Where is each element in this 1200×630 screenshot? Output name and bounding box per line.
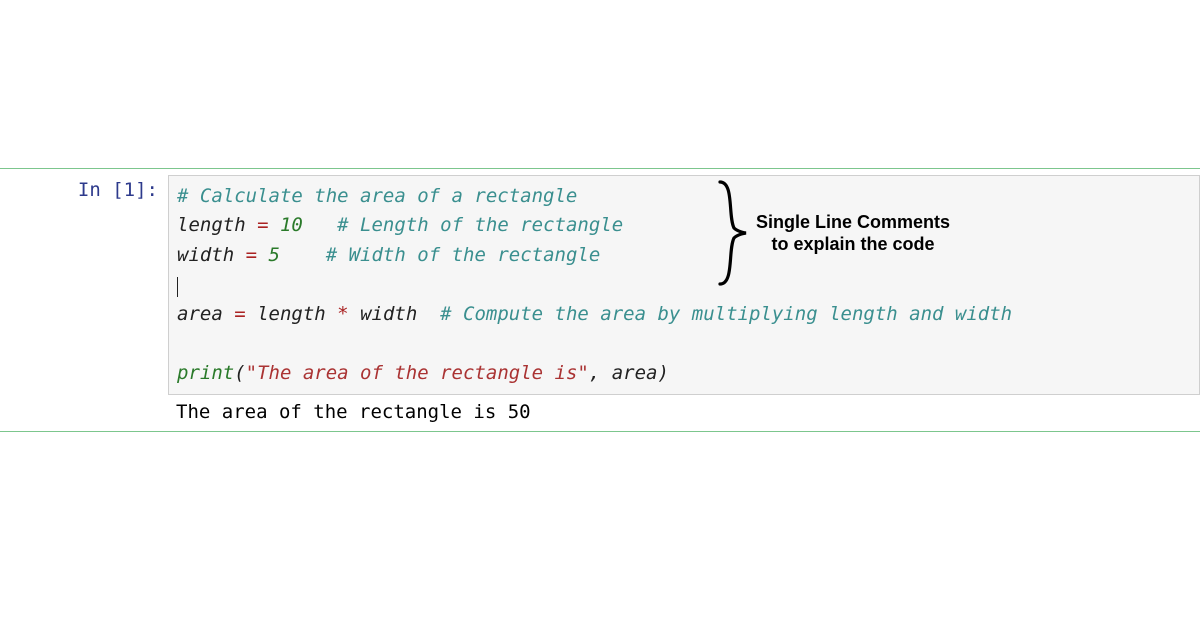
code-comma: , [589, 362, 600, 384]
code-input[interactable]: # Calculate the area of a rectangle leng… [168, 175, 1200, 395]
code-comment-4: # Compute the area by multiplying length… [440, 303, 1012, 325]
output-row: The area of the rectangle is 50 [0, 395, 1200, 431]
code-paren-close: ) [657, 362, 668, 384]
output-prompt-area [0, 397, 168, 423]
code-op-assign-1: = [257, 214, 268, 236]
code-var-length: length [177, 214, 257, 236]
code-comment-3: # Width of the rectangle [280, 244, 600, 266]
code-var-width-2: width [349, 303, 441, 325]
code-var-width: width [177, 244, 246, 266]
input-row: In [1]: # Calculate the area of a rectan… [0, 169, 1200, 395]
code-op-mult: * [337, 303, 348, 325]
code-op-assign-2: = [246, 244, 257, 266]
input-prompt-area: In [1]: [0, 175, 168, 201]
input-prompt-label: In [1]: [78, 179, 158, 201]
notebook-cell: In [1]: # Calculate the area of a rectan… [0, 168, 1200, 432]
code-paren-open: ( [234, 362, 245, 384]
code-num-10: 10 [269, 214, 303, 236]
code-func-print: print [177, 362, 234, 384]
code-var-area: area [177, 303, 234, 325]
code-content: # Calculate the area of a rectangle leng… [177, 182, 1191, 388]
output-text: The area of the rectangle is 50 [168, 397, 531, 423]
code-num-5: 5 [257, 244, 280, 266]
code-string: "The area of the rectangle is" [246, 362, 589, 384]
text-cursor [177, 277, 178, 297]
code-comment-2: # Length of the rectangle [303, 214, 623, 236]
code-var-length-2: length [246, 303, 338, 325]
code-arg-area: area [600, 362, 657, 384]
code-comment-1: # Calculate the area of a rectangle [177, 185, 577, 207]
code-op-assign-3: = [234, 303, 245, 325]
